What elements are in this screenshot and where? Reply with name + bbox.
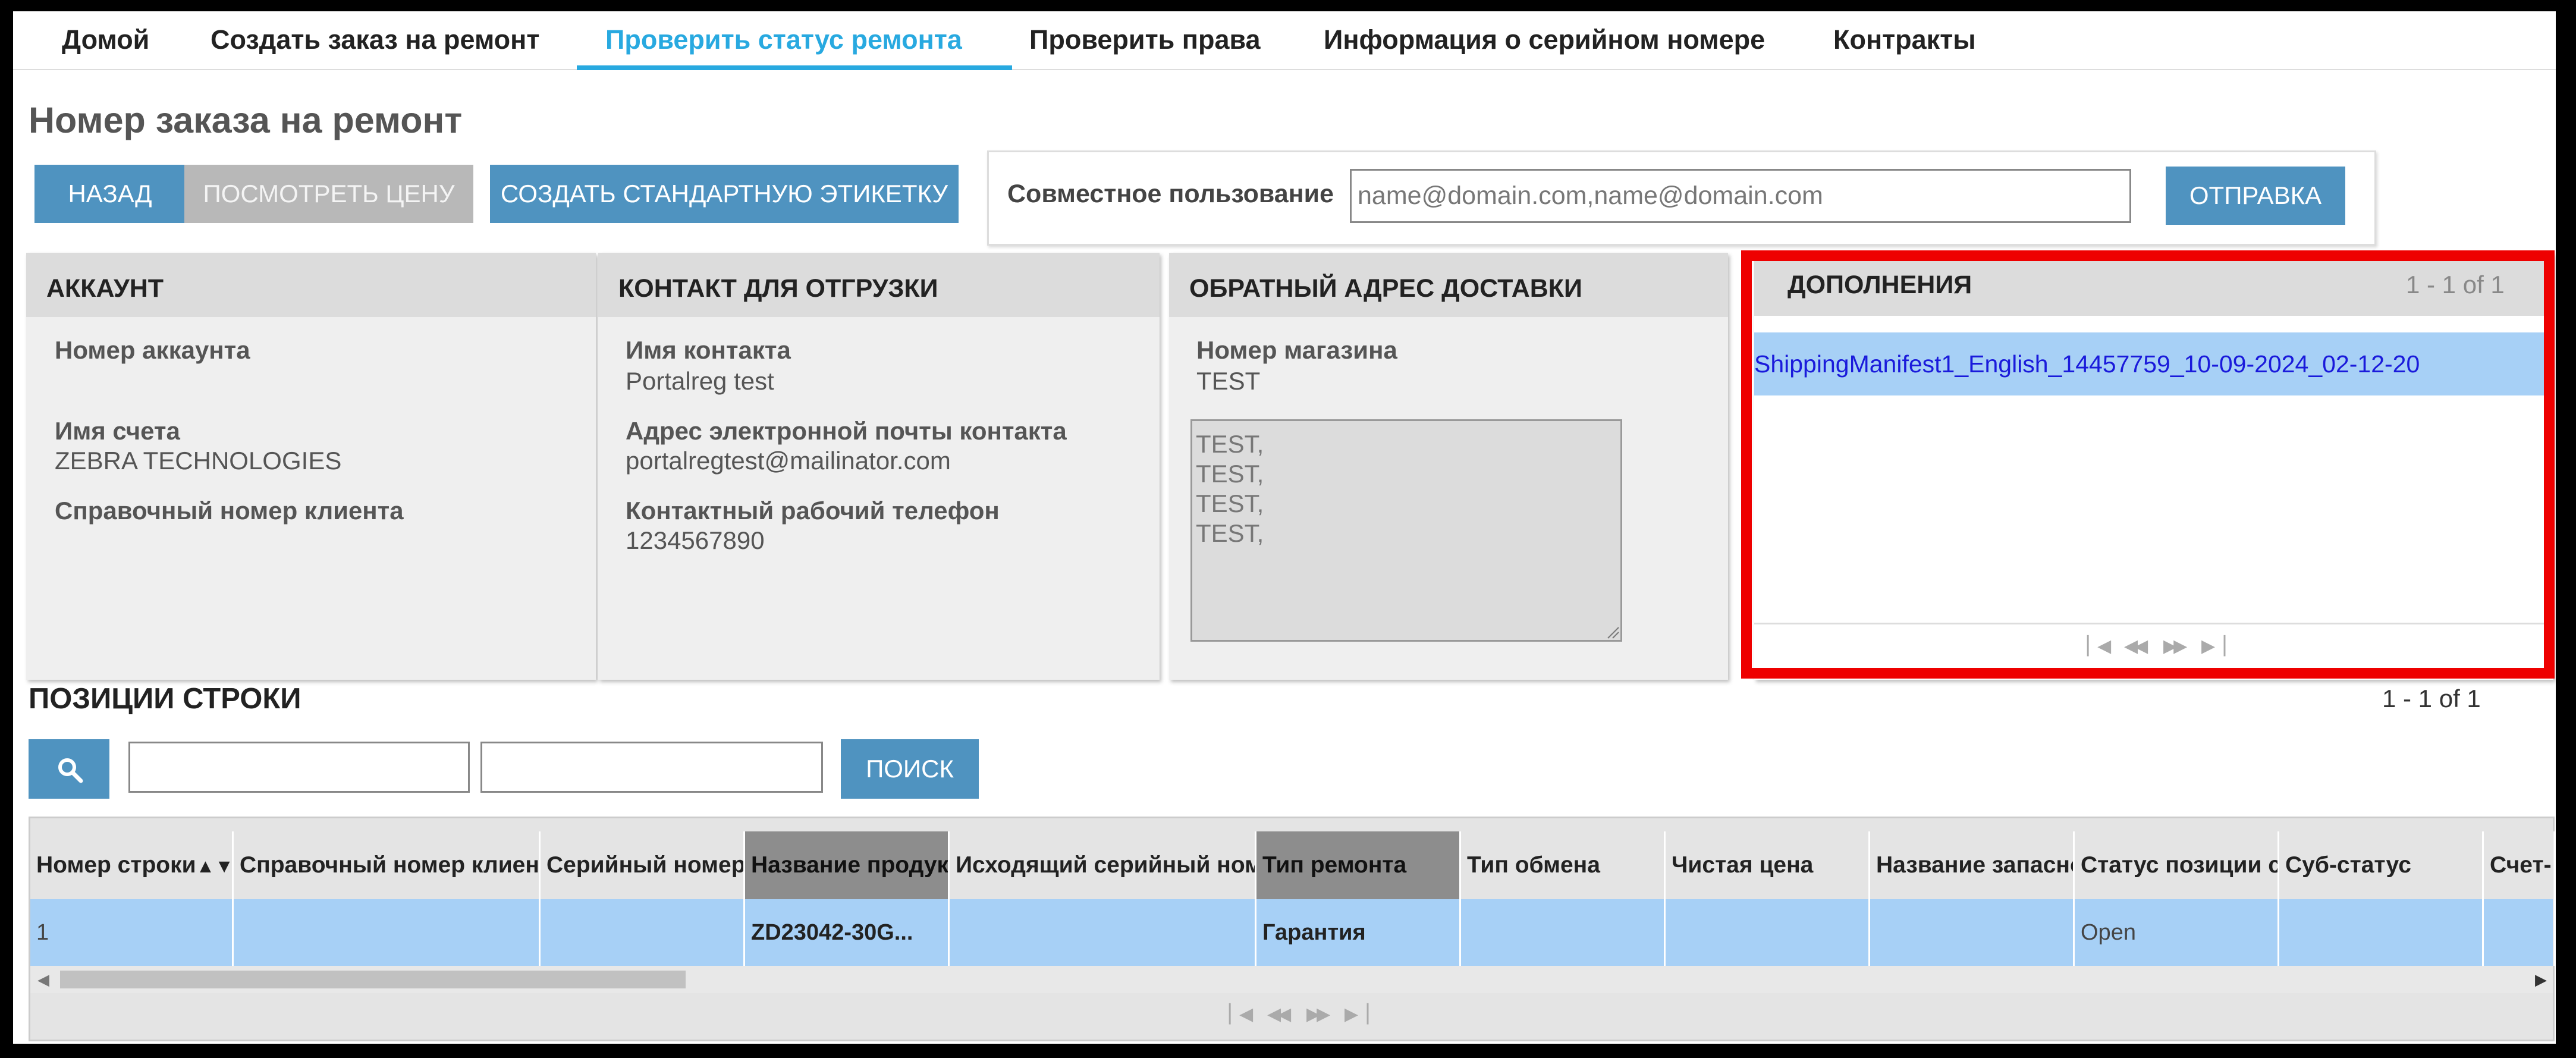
tab-contracts[interactable]: Контракты bbox=[1833, 24, 1976, 55]
cell-line-number: 1 bbox=[30, 899, 234, 966]
col-header-exchange-type[interactable]: Тип обмена bbox=[1461, 831, 1666, 899]
cell-customer-ref bbox=[234, 899, 541, 966]
cell-line-status: Open bbox=[2075, 899, 2279, 966]
cell-spare-name bbox=[1870, 899, 2075, 966]
contact-email-value: portalregtest@mailinator.com bbox=[626, 447, 951, 475]
store-number-label: Номер магазина bbox=[1196, 336, 1397, 364]
col-header-spare-name[interactable]: Название запасной bbox=[1870, 831, 2075, 899]
col-header-line-number[interactable]: Номер строки▲▼ bbox=[30, 831, 234, 899]
cell-product-name: ZD23042-30G... bbox=[745, 899, 950, 966]
table-row[interactable]: 1 ZD23042-30G... Гарантия Open bbox=[30, 899, 2555, 966]
contact-name-label: Имя контакта bbox=[626, 336, 791, 364]
col-header-net-price[interactable]: Чистая цена bbox=[1666, 831, 1870, 899]
customer-ref-label: Справочный номер клиента bbox=[55, 497, 404, 525]
col-header-repair-type[interactable]: Тип ремонта bbox=[1256, 831, 1461, 899]
sort-icon[interactable]: ▲▼ bbox=[196, 855, 232, 877]
scroll-right-icon[interactable]: ▶ bbox=[2535, 971, 2547, 989]
account-panel-title: АККАУНТ bbox=[46, 274, 164, 303]
cell-invoice bbox=[2484, 899, 2555, 966]
search-submit-button[interactable]: ПОИСК bbox=[841, 739, 979, 799]
share-label: Совместное пользование bbox=[1007, 180, 1334, 208]
grid-last-page-icon[interactable]: ▶▕ bbox=[1344, 1004, 1368, 1025]
col-header-sub-status[interactable]: Суб-статус bbox=[2279, 831, 2484, 899]
col-header-customer-ref[interactable]: Справочный номер клиента bbox=[234, 831, 541, 899]
col-header-serial[interactable]: Серийный номер bbox=[541, 831, 745, 899]
account-name-value: ZEBRA TECHNOLOGIES bbox=[55, 447, 342, 475]
shipping-contact-title: КОНТАКТ ДЛЯ ОТГРУЗКИ bbox=[618, 274, 938, 303]
scroll-left-icon[interactable]: ◀ bbox=[37, 971, 49, 989]
tab-check-repair-status[interactable]: Проверить статус ремонта bbox=[605, 24, 962, 55]
col-header-invoice[interactable]: Счет- bbox=[2484, 831, 2555, 899]
cell-sub-status bbox=[2279, 899, 2484, 966]
share-submit-button[interactable]: ОТПРАВКА bbox=[2166, 167, 2345, 225]
scroll-thumb[interactable] bbox=[60, 971, 686, 988]
cell-serial bbox=[541, 899, 745, 966]
line-items-grid: Номер строки▲▼ Справочный номер клиента … bbox=[29, 817, 2555, 1041]
active-tab-indicator bbox=[577, 65, 1012, 70]
account-number-label: Номер аккаунта bbox=[55, 336, 250, 364]
resize-grip-icon[interactable] bbox=[1607, 626, 1620, 639]
tab-home[interactable]: Домой bbox=[62, 24, 149, 55]
grid-prev-page-icon[interactable]: ◀◀ bbox=[1267, 1004, 1291, 1025]
share-email-input[interactable] bbox=[1350, 169, 2131, 223]
view-price-button[interactable]: ПОСМОТРЕТЬ ЦЕНУ bbox=[184, 165, 473, 223]
highlight-box bbox=[1741, 250, 2555, 679]
top-nav: Домой Создать заказ на ремонт Проверить … bbox=[13, 11, 2556, 70]
col-label: Номер строки bbox=[36, 852, 196, 878]
line-items-count: 1 - 1 of 1 bbox=[2382, 685, 2481, 712]
contact-email-label: Адрес электронной почты контакта bbox=[626, 417, 1067, 445]
tab-create-repair-order[interactable]: Создать заказ на ремонт bbox=[211, 24, 539, 55]
cell-exchange-type bbox=[1461, 899, 1666, 966]
horizontal-scrollbar[interactable]: ◀ ▶ bbox=[30, 966, 2553, 993]
tab-check-entitlement[interactable]: Проверить права bbox=[1029, 24, 1261, 55]
app-frame: Домой Создать заказ на ремонт Проверить … bbox=[13, 11, 2556, 1044]
col-header-product-name[interactable]: Название продукта bbox=[745, 831, 950, 899]
cell-repair-type: Гарантия bbox=[1256, 899, 1461, 966]
return-address-header: ОБРАТНЫЙ АДРЕС ДОСТАВКИ bbox=[1169, 253, 1728, 317]
search-text-input[interactable] bbox=[480, 742, 823, 793]
tab-serial-number-info[interactable]: Информация о серийном номере bbox=[1324, 24, 1765, 55]
cell-net-price bbox=[1666, 899, 1870, 966]
search-column-select[interactable] bbox=[128, 742, 577, 793]
page-title: Номер заказа на ремонт bbox=[29, 100, 463, 140]
col-header-line-status[interactable]: Статус позиции строки bbox=[2075, 831, 2279, 899]
back-button[interactable]: НАЗАД bbox=[34, 165, 186, 223]
contact-phone-value: 1234567890 bbox=[626, 526, 765, 554]
create-standard-label-button[interactable]: СОЗДАТЬ СТАНДАРТНУЮ ЭТИКЕТКУ bbox=[490, 165, 959, 223]
search-button[interactable] bbox=[29, 739, 109, 799]
shipping-contact-header: КОНТАКТ ДЛЯ ОТГРУЗКИ bbox=[598, 253, 1160, 317]
contact-name-value: Portalreg test bbox=[626, 367, 774, 395]
grid-next-page-icon[interactable]: ▶▶ bbox=[1306, 1004, 1330, 1025]
line-items-title: ПОЗИЦИИ СТРОКИ bbox=[29, 683, 301, 715]
contact-phone-label: Контактный рабочий телефон bbox=[626, 497, 1000, 525]
store-number-value: TEST bbox=[1196, 367, 1261, 395]
return-address-title: ОБРАТНЫЙ АДРЕС ДОСТАВКИ bbox=[1189, 274, 1582, 303]
search-icon bbox=[58, 758, 83, 783]
account-name-label: Имя счета bbox=[55, 417, 180, 445]
account-panel-header: АККАУНТ bbox=[26, 253, 596, 317]
return-address-textarea[interactable]: TEST, TEST, TEST, TEST, bbox=[1190, 419, 1622, 642]
col-header-outbound-serial[interactable]: Исходящий серийный номер bbox=[950, 831, 1256, 899]
cell-outbound-serial bbox=[950, 899, 1256, 966]
grid-first-page-icon[interactable]: ▏◀ bbox=[1229, 1004, 1253, 1025]
